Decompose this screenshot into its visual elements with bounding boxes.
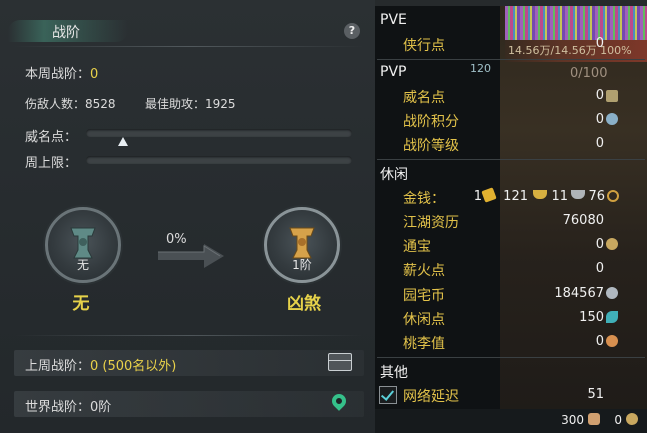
next-rank-level: 1阶	[292, 258, 312, 272]
fame-label: 威名点：	[25, 130, 78, 145]
best-assist-label: 最佳助攻：	[145, 97, 206, 111]
leisure-heading: 休闲	[380, 167, 408, 183]
panel-header: 战阶	[0, 18, 375, 44]
leisure-item-label: 园宅币	[403, 288, 445, 304]
last-week-label: 上周战阶：	[25, 359, 91, 374]
latency-value: 51	[587, 387, 604, 402]
weekly-rank-label: 本周战阶：	[25, 67, 91, 82]
leisure-item-value: 150	[579, 310, 604, 325]
enemies-row: 伤敌人数：8528	[25, 95, 116, 112]
other-heading: 其他	[380, 365, 408, 381]
next-rank-medal[interactable]: 1阶	[264, 207, 340, 283]
pvp-item-value: 0	[595, 88, 604, 103]
best-assist-value: 1925	[205, 97, 236, 111]
fame-progress-bar	[86, 129, 352, 137]
leisure-item-value: 0	[595, 261, 604, 276]
money-other-value: 76	[588, 189, 605, 204]
money-copper-value: 11	[551, 189, 568, 204]
pve-item-label: 侠行点	[403, 38, 445, 54]
pvp-item-value: 0	[595, 136, 604, 151]
help-button[interactable]: ?	[344, 23, 360, 39]
item-icon	[588, 413, 600, 425]
divider	[377, 357, 645, 358]
enemies-value: 8528	[85, 97, 116, 111]
bottom-value-2: 0	[614, 413, 622, 427]
progress-arrow-icon	[158, 244, 224, 268]
top-strip	[375, 0, 647, 6]
coin-icon	[607, 190, 619, 202]
world-rank-text: 世界战阶：0阶	[25, 396, 111, 415]
pve-item-value: 0	[595, 36, 604, 51]
divider	[377, 59, 645, 60]
fame-icon	[606, 90, 618, 102]
leisure-leaf-icon	[606, 311, 618, 323]
next-rank-name: 凶煞	[287, 294, 321, 314]
divider	[14, 335, 364, 336]
coin-icon	[626, 413, 638, 425]
leisure-item-label: 休闲点	[403, 312, 445, 328]
leisure-item-label: 江湖资历	[403, 215, 459, 231]
money-gold-value: 1	[473, 189, 482, 204]
leisure-item-label: 桃李值	[403, 336, 445, 352]
rank-points-icon	[606, 113, 618, 125]
weekly-cap-bar	[86, 156, 352, 164]
current-rank-name: 无	[72, 294, 90, 314]
leisure-item-label: 薪火点	[403, 263, 445, 279]
current-rank-level: 无	[76, 258, 89, 272]
pvp-item-value: 0	[595, 112, 604, 127]
tongbao-coin-icon	[606, 238, 618, 250]
leisure-item-value: 184567	[554, 286, 604, 301]
leisure-item-value: 0	[595, 334, 604, 349]
home-coin-icon	[606, 287, 618, 299]
weekly-cap-label: 周上限：	[25, 156, 78, 171]
pvp-item-label: 威名点	[403, 90, 445, 106]
panel-title: 战阶	[52, 25, 80, 41]
latency-label: 网络延迟	[403, 389, 459, 405]
money-label: 金钱：	[403, 191, 445, 207]
bottom-value-1: 300	[561, 413, 584, 427]
leisure-item-label: 通宝	[403, 239, 431, 255]
money-silver-value: 121	[503, 189, 528, 204]
weekly-rank-value: 0	[90, 67, 99, 82]
fame-progress-marker	[118, 137, 129, 146]
world-rank-label: 世界战阶：	[25, 400, 91, 415]
enemies-label: 伤敌人数：	[25, 97, 86, 111]
pvp-heading: PVP	[380, 64, 407, 80]
scene-overlay-stripes	[505, 0, 647, 40]
scene-counter-text: 0/100	[570, 66, 608, 81]
pvp-item-label: 战阶积分	[403, 114, 459, 130]
last-week-value: 0 (500名以外)	[90, 359, 177, 374]
last-week-text: 上周战阶：0 (500名以外)	[25, 355, 176, 374]
scene-level-text: 120	[470, 62, 491, 75]
reward-chest-icon[interactable]	[328, 353, 352, 371]
divider	[377, 159, 645, 160]
current-rank-medal[interactable]: 无	[45, 207, 121, 283]
leisure-item-value: 76080	[562, 213, 604, 228]
latency-checkbox[interactable]	[379, 386, 397, 404]
best-assist-row: 最佳助攻：1925	[145, 95, 236, 112]
weekly-rank-row: 本周战阶：0	[25, 63, 98, 82]
leisure-item-value: 0	[595, 237, 604, 252]
world-rank-value: 0阶	[90, 400, 112, 415]
pve-heading: PVE	[380, 12, 407, 28]
pvp-item-label: 战阶等级	[403, 138, 459, 154]
divider	[14, 46, 364, 47]
peach-icon	[606, 335, 618, 347]
